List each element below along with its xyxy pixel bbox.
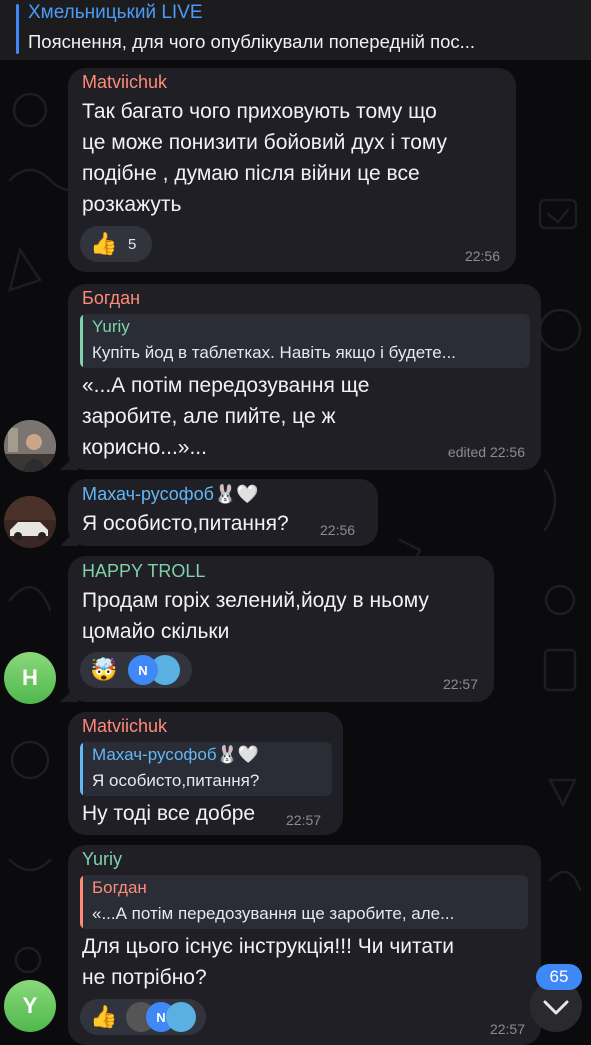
reply-sender-name: Махач-русофоб🐰🤍 bbox=[92, 745, 259, 764]
message-time: 22:56 bbox=[320, 522, 356, 538]
message-bubble[interactable]: Matviichuk Так багато чого приховують то… bbox=[68, 68, 516, 272]
reply-preview[interactable]: Богдан «...А потім передозування ще заро… bbox=[80, 875, 528, 929]
message-text-line: не потрібно? bbox=[82, 966, 207, 989]
message-text-line: заробите, але пийте, це ж bbox=[82, 405, 336, 428]
message-time: 22:57 bbox=[286, 812, 322, 828]
message-text-line: Я особисто,питання? bbox=[82, 512, 289, 535]
reply-preview[interactable]: Махач-русофоб🐰🤍 Я особисто,питання? bbox=[80, 742, 332, 796]
sender-name[interactable]: Matviichuk bbox=[82, 72, 167, 93]
reply-preview[interactable]: Yuriy Купіть йод в таблетках. Навіть якщ… bbox=[80, 314, 530, 368]
message-bubble[interactable]: Yuriy Богдан «...А потім передозування щ… bbox=[68, 845, 541, 1045]
sender-name[interactable]: Yuriy bbox=[82, 849, 122, 870]
reply-sender-name: Богдан bbox=[92, 878, 147, 897]
avatar-photo-icon bbox=[4, 420, 56, 472]
message-bubble[interactable]: Махач-русофоб🐰🤍 Я особисто,питання? 22:5… bbox=[68, 479, 378, 546]
message-bubble[interactable]: HAPPY TROLL Продам горіх зелений,йоду в … bbox=[68, 556, 494, 702]
message-text-line: розкажуть bbox=[82, 193, 182, 216]
sender-name[interactable]: Matviichuk bbox=[82, 716, 167, 737]
message-time: edited 22:56 bbox=[447, 444, 525, 460]
message-text-line: Ну тоді все добре bbox=[82, 802, 256, 825]
sender-name[interactable]: HAPPY TROLL bbox=[82, 561, 205, 582]
message-time: 22:57 bbox=[489, 1021, 525, 1037]
mind-blown-icon: 🤯 bbox=[90, 657, 118, 682]
reaction-mind-blown[interactable]: 🤯 N bbox=[80, 652, 192, 688]
reply-text: «...А потім передозування ще заробите, а… bbox=[92, 904, 455, 923]
sender-name[interactable]: Богдан bbox=[82, 288, 140, 309]
reply-sender-name: Yuriy bbox=[92, 317, 130, 336]
message-text-line: Так багато чого приховують тому що bbox=[82, 100, 437, 123]
message-bubble[interactable]: Богдан Yuriy Купіть йод в таблетках. Нав… bbox=[68, 284, 541, 470]
reaction-thumbs-up[interactable]: 👍 N bbox=[80, 999, 206, 1035]
message-text-line: Продам горіх зелений,йоду в ньому bbox=[82, 589, 429, 612]
pinned-message-bar[interactable]: Хмельницький LIVE Пояснення, для чого оп… bbox=[0, 0, 591, 60]
message-bubble[interactable]: Matviichuk Махач-русофоб🐰🤍 Я особисто,пи… bbox=[68, 712, 343, 835]
avatar-bogdan[interactable] bbox=[4, 420, 56, 472]
reply-indicator bbox=[80, 314, 83, 368]
avatar-happy-troll[interactable]: H bbox=[4, 652, 56, 704]
thumbs-up-icon: 👍 bbox=[90, 1004, 118, 1029]
pinned-text: Пояснення, для чого опублікували поперед… bbox=[28, 31, 476, 52]
reactor-avatar: N bbox=[128, 655, 158, 685]
reaction-count: 5 bbox=[128, 236, 137, 253]
unread-count-badge: 65 bbox=[536, 964, 582, 990]
avatar-yuriy[interactable]: Y bbox=[4, 980, 56, 1032]
sender-name[interactable]: Махач-русофоб🐰🤍 bbox=[82, 484, 259, 505]
message-text-line: «...А потім передозування ще bbox=[82, 374, 370, 397]
avatar-car-icon bbox=[4, 496, 56, 548]
message-text-line: Для цього існує інструкція!!! Чи читати bbox=[82, 935, 454, 958]
reply-text: Я особисто,питання? bbox=[92, 771, 260, 790]
message-text-line: подібне , думаю після війни це все bbox=[82, 162, 420, 185]
reaction-thumbs-up[interactable]: 👍 5 bbox=[80, 226, 152, 262]
avatar-mahach[interactable] bbox=[4, 496, 56, 548]
pinned-title: Хмельницький LIVE bbox=[28, 2, 203, 23]
reply-text: Купіть йод в таблетках. Навіть якщо і бу… bbox=[92, 343, 456, 362]
message-text-line: корисно...»... bbox=[82, 436, 207, 459]
pinned-indicator bbox=[16, 4, 19, 54]
reactor-avatar bbox=[166, 1002, 196, 1032]
message-text-line: це може понизити бойовий дух і тому bbox=[82, 131, 448, 154]
reply-indicator bbox=[80, 875, 83, 929]
thumbs-up-icon: 👍 bbox=[90, 231, 118, 256]
reply-indicator bbox=[80, 742, 83, 796]
message-time: 22:57 bbox=[442, 676, 478, 692]
message-text-line: цомайо скільки bbox=[82, 620, 230, 643]
message-time: 22:56 bbox=[464, 248, 500, 264]
